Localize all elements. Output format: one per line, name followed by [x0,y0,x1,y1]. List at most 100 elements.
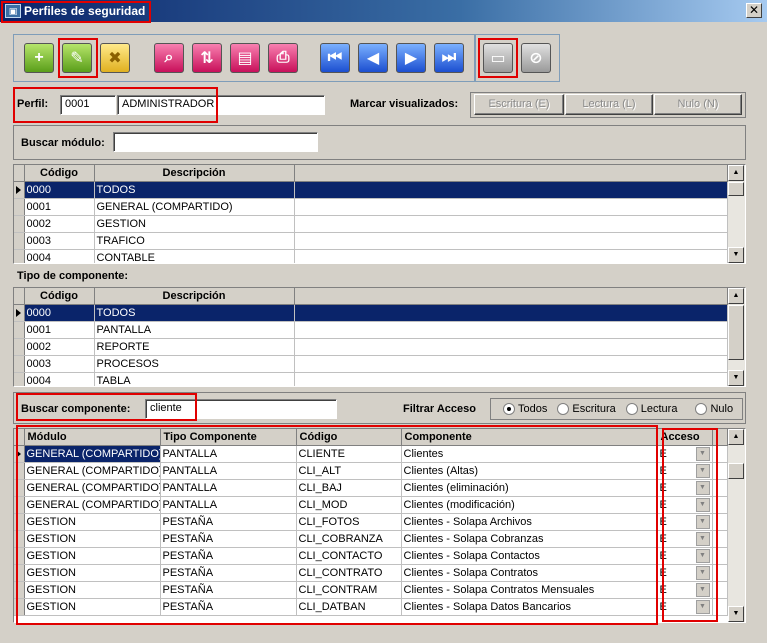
table-row[interactable]: GESTION PESTAÑA CLI_CONTRAM Clientes - Sola… [14,581,728,599]
last-record-button[interactable]: ⏭ [434,43,464,73]
table-row[interactable]: 0002 GESTION [14,215,728,233]
modulos-scrollbar[interactable]: ▲ ▼ [728,165,745,263]
radio-icon[interactable] [557,403,570,415]
escritura-button[interactable]: Escritura (E) [474,94,564,115]
delete-button[interactable]: ✖ [100,43,130,73]
chevron-down-icon[interactable]: ▼ [695,463,710,478]
tipo-scrollbar[interactable]: ▲ ▼ [728,288,745,386]
table-row[interactable]: GENERAL (COMPARTIDO) PANTALLA CLI_BAJ Clien… [14,479,728,497]
chevron-down-icon[interactable]: ▼ [695,599,710,614]
print-button[interactable]: ⎙ [268,43,298,73]
scroll-up-icon[interactable]: ▲ [728,429,744,445]
mod-header-0[interactable]: Código [24,165,95,182]
chevron-down-icon[interactable]: ▼ [695,514,710,529]
table-row[interactable]: GESTION PESTAÑA CLI_DATBAN Clientes - Solap… [14,598,728,616]
acceso-cell[interactable]: E ▼ [657,547,713,565]
filtrar-radio-0[interactable]: Todos [503,403,547,415]
table-row[interactable]: GENERAL (COMPARTIDO) PANTALLA CLI_ALT Clien… [14,462,728,480]
table-row[interactable]: GENERAL (COMPARTIDO) PANTALLA CLI_MOD Clien… [14,496,728,514]
radio-icon[interactable] [625,403,638,415]
cancel-button[interactable]: ⊘ [521,43,551,73]
nulo-button[interactable]: Nulo (N) [654,94,742,115]
chevron-down-icon[interactable]: ▼ [695,565,710,580]
table-cell: PESTAÑA [160,513,297,531]
scroll-thumb[interactable] [728,305,744,360]
chevron-down-icon[interactable]: ▼ [695,531,710,546]
acceso-cell[interactable]: E ▼ [657,462,713,480]
mod-header-1[interactable]: Descripción [94,165,295,182]
first-record-button[interactable]: ⏮ [320,43,350,73]
perfil-name-input[interactable]: ADMINISTRADOR [117,95,325,115]
radio-icon[interactable] [695,403,708,415]
next-record-button[interactable]: ▶ [396,43,426,73]
comp-header-2[interactable]: Código [296,429,402,446]
table-row[interactable]: 0002 REPORTE [14,338,728,356]
comp-header-3[interactable]: Componente [401,429,658,446]
table-row[interactable]: 0003 TRAFICO [14,232,728,250]
chevron-down-icon[interactable]: ▼ [695,548,710,563]
chevron-down-icon[interactable]: ▼ [695,480,710,495]
table-row[interactable]: GENERAL (COMPARTIDO) PANTALLA CLIENTE Clien… [14,445,728,463]
filtrar-radio-3[interactable]: Nulo [695,403,733,415]
filtrar-radio-1[interactable]: Escritura [557,403,616,415]
chevron-down-icon[interactable]: ▼ [695,497,710,512]
tipo-header-1[interactable]: Descripción [94,288,295,305]
tipo-header-0[interactable]: Código [24,288,95,305]
scroll-down-icon[interactable]: ▼ [728,606,744,622]
acceso-cell[interactable]: E ▼ [657,581,713,599]
table-row[interactable]: GESTION PESTAÑA CLI_FOTOS Clientes - Solapa… [14,513,728,531]
buscar-modulo-input[interactable] [113,132,318,152]
comp-header-0[interactable]: Módulo [24,429,161,446]
comp-header-4[interactable]: Acceso [657,429,713,446]
acceso-cell[interactable]: E ▼ [657,479,713,497]
table-row[interactable]: 0001 PANTALLA [14,321,728,339]
table-row[interactable]: GESTION PESTAÑA CLI_CONTRATO Clientes - Sol… [14,564,728,582]
acceso-cell[interactable]: E ▼ [657,564,713,582]
scroll-thumb[interactable] [728,463,744,479]
buscar-componente-input[interactable]: cliente [145,399,337,419]
table-row[interactable]: GESTION PESTAÑA CLI_CONTACTO Clientes - Sol… [14,547,728,565]
perfil-code-input[interactable]: 0001 [60,95,116,115]
table-row[interactable]: 0004 TABLA [14,372,728,386]
table-row[interactable]: 0000 TODOS [14,304,728,322]
header-filler [712,429,728,446]
table-cell: GENERAL (COMPARTIDO) [24,445,161,463]
table-row[interactable]: 0003 PROCESOS [14,355,728,373]
prev-record-button[interactable]: ◀ [358,43,388,73]
acceso-cell[interactable]: E ▼ [657,513,713,531]
modulos-grid[interactable]: Código Descripción 0000 TODOS 0001 GENERAL (C… [13,164,746,264]
chevron-down-icon[interactable]: ▼ [695,446,710,461]
acceso-cell[interactable]: E ▼ [657,598,713,616]
componentes-grid[interactable]: Módulo Tipo Componente Código Componente Acc… [13,428,746,623]
acceso-cell[interactable]: E ▼ [657,445,713,463]
scroll-up-icon[interactable]: ▲ [728,288,744,304]
comp-header-1[interactable]: Tipo Componente [160,429,297,446]
lectura-button[interactable]: Lectura (L) [565,94,653,115]
scroll-thumb[interactable] [728,182,744,196]
acceso-value: E [659,481,667,494]
sort-button[interactable]: ⇅ [192,43,222,73]
search-button[interactable]: ⌕ [154,43,184,73]
table-row[interactable]: 0004 CONTABLE [14,249,728,263]
tipo-componente-grid[interactable]: Código Descripción 0000 TODOS 0001 PANTALLA 00… [13,287,746,387]
edit-button[interactable]: ✎ [62,43,92,73]
clipboard-button[interactable]: ▤ [230,43,260,73]
radio-icon[interactable] [503,403,515,415]
scroll-up-icon[interactable]: ▲ [728,165,744,181]
table-cell: CLI_DATBAN [296,598,402,616]
acceso-cell[interactable]: E ▼ [657,530,713,548]
table-row[interactable]: GESTION PESTAÑA CLI_COBRANZA Clientes - Sol… [14,530,728,548]
close-button[interactable]: ✕ [746,3,762,18]
filtrar-radio-2[interactable]: Lectura [625,403,677,415]
add-button[interactable]: + [24,43,54,73]
table-row[interactable]: 0000 TODOS [14,181,728,199]
componentes-scrollbar[interactable]: ▲ ▼ [728,429,745,622]
acceso-cell[interactable]: E ▼ [657,496,713,514]
save-button[interactable]: ▭ [483,43,513,73]
scroll-down-icon[interactable]: ▼ [728,247,744,263]
table-cell: 0003 [24,232,95,250]
table-row[interactable]: 0001 GENERAL (COMPARTIDO) [14,198,728,216]
scroll-down-icon[interactable]: ▼ [728,370,744,386]
chevron-down-icon[interactable]: ▼ [695,582,710,597]
header-indicator [14,429,25,446]
